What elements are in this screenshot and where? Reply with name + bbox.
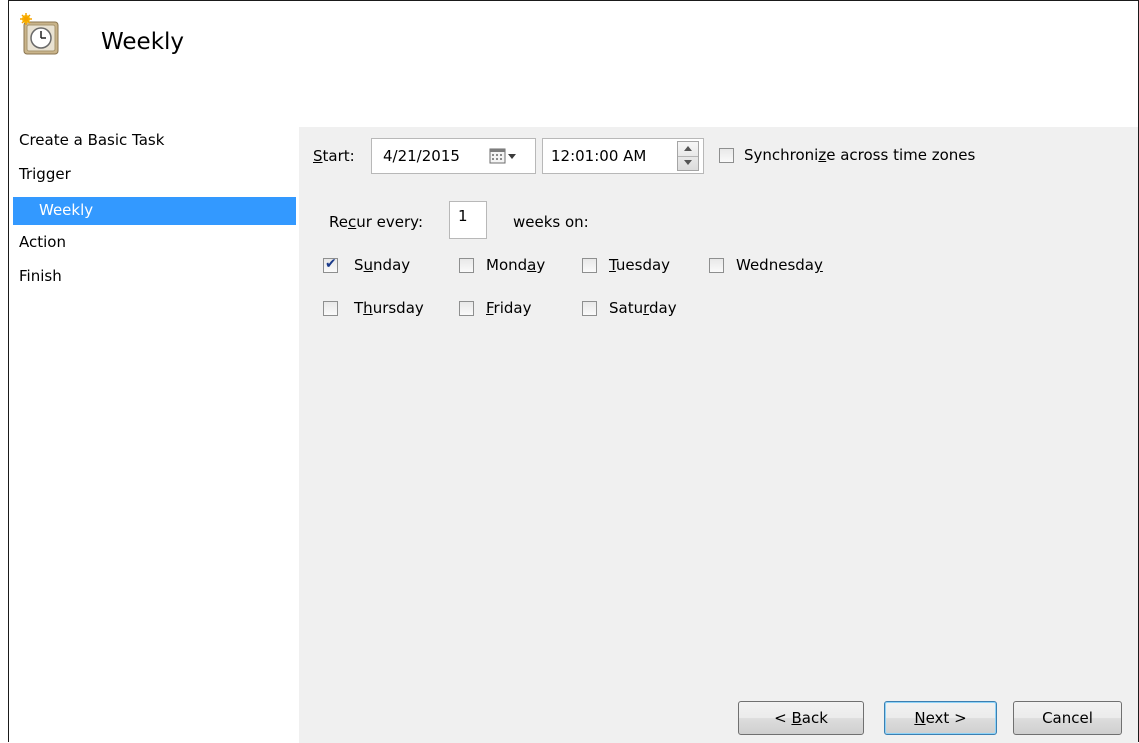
scheduled-task-clock-icon — [20, 13, 59, 55]
step-trigger: Trigger — [19, 165, 71, 183]
day-monday-label: Monday — [486, 256, 546, 274]
calendar-dropdown-icon[interactable] — [489, 148, 523, 168]
day-saturday-checkbox[interactable] — [582, 301, 597, 316]
start-label: Start: — [313, 147, 355, 165]
time-spin-down-icon[interactable] — [678, 156, 698, 170]
step-finish: Finish — [19, 267, 62, 285]
day-thursday-checkbox[interactable] — [323, 301, 338, 316]
sync-time-zones-label: Synchronize across time zones — [744, 146, 976, 164]
day-wednesday-label: Wednesday — [736, 256, 823, 274]
recur-every-label: Recur every: — [329, 213, 424, 231]
day-saturday-label: Saturday — [609, 299, 677, 317]
cancel-button[interactable]: Cancel — [1013, 701, 1122, 735]
day-tuesday-label: Tuesday — [609, 256, 671, 274]
start-date-value: 4/21/2015 — [383, 147, 460, 165]
wizard-window: Weekly Create a Basic Task Trigger Weekl… — [8, 0, 1139, 743]
recur-weeks-input[interactable]: 1 — [449, 201, 487, 239]
day-friday-checkbox[interactable] — [459, 301, 474, 316]
step-create-basic-task: Create a Basic Task — [19, 131, 165, 149]
back-button[interactable]: < Back — [738, 701, 864, 735]
day-tuesday-checkbox[interactable] — [582, 258, 597, 273]
weeks-on-label: weeks on: — [513, 213, 589, 231]
next-button[interactable]: Next > — [884, 701, 997, 735]
start-date-picker[interactable]: 4/21/2015 — [371, 138, 536, 174]
day-friday-label: Friday — [486, 299, 532, 317]
recur-weeks-value: 1 — [458, 207, 468, 225]
wizard-header: Weekly — [9, 1, 1138, 127]
start-time-value: 12:01:00 AM — [551, 147, 647, 165]
sync-time-zones-checkbox[interactable] — [719, 148, 734, 163]
wizard-body: Create a Basic Task Trigger Weekly Actio… — [9, 127, 1138, 743]
page-title: Weekly — [101, 29, 185, 55]
day-wednesday-checkbox[interactable] — [709, 258, 724, 273]
checkmark-icon: ✔ — [325, 256, 337, 272]
step-action: Action — [19, 233, 66, 251]
day-monday-checkbox[interactable] — [459, 258, 474, 273]
day-thursday-label: Thursday — [354, 299, 424, 317]
wizard-steps-sidebar: Create a Basic Task Trigger Weekly Actio… — [9, 127, 299, 743]
time-spin-up-icon[interactable] — [678, 142, 698, 157]
day-sunday-label: Sunday — [354, 256, 411, 274]
time-spinner[interactable] — [677, 141, 699, 171]
step-weekly: Weekly — [13, 197, 296, 225]
day-sunday-checkbox[interactable]: ✔ — [323, 256, 338, 273]
